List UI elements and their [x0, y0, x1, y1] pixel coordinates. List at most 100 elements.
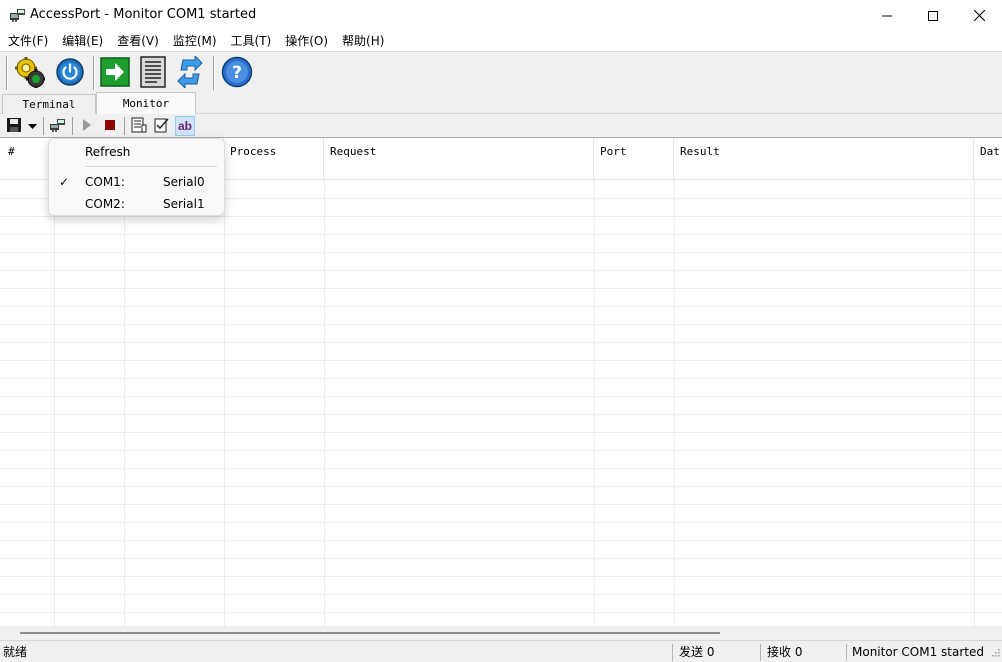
menu-tools[interactable]: 工具(T) [224, 31, 279, 51]
status-separator [846, 644, 847, 661]
grid-row-line [0, 450, 1002, 451]
port-device: Serial0 [163, 175, 205, 189]
resize-grip-icon[interactable] [990, 646, 1000, 660]
column-header-index[interactable]: # [2, 138, 54, 180]
scrollbar-thumb[interactable] [20, 632, 720, 634]
menu-monitor[interactable]: 监控(M) [166, 31, 224, 51]
config-gears-button[interactable] [12, 56, 46, 90]
grid-row-line [0, 612, 1002, 613]
grid-row-line [0, 288, 1002, 289]
arrow-right-icon [100, 56, 130, 90]
grid-row-line [0, 234, 1002, 235]
menu-help[interactable]: 帮助(H) [335, 31, 391, 51]
refresh-button[interactable] [173, 54, 207, 91]
stop-monitor-button[interactable] [100, 116, 120, 136]
column-header-data[interactable]: Dat [974, 138, 1002, 180]
grid-column-line [674, 180, 675, 626]
toolbar-separator [124, 117, 125, 135]
play-icon [82, 118, 92, 134]
grid-row-line [0, 486, 1002, 487]
save-button[interactable] [4, 116, 24, 136]
horizontal-scrollbar[interactable] [0, 626, 1002, 640]
main-toolbar: ? [0, 51, 1002, 92]
menu-file[interactable]: 文件(F) [0, 31, 55, 51]
grid-row-line [0, 252, 1002, 253]
config-gears-icon [12, 55, 46, 92]
column-header-port[interactable]: Port [594, 138, 674, 180]
status-monitor-state: Monitor COM1 started [852, 645, 984, 659]
grid-row-line [0, 414, 1002, 415]
refresh-arrows-icon [175, 54, 205, 91]
grid-row-line [0, 360, 1002, 361]
save-dropdown-button[interactable] [24, 116, 40, 136]
log-document-button[interactable] [136, 55, 170, 90]
connect-button[interactable] [98, 56, 132, 90]
port-name: COM1: [85, 175, 125, 189]
status-bar: 就绪 发送 0 接收 0 Monitor COM1 started [0, 640, 1002, 662]
start-monitor-button[interactable] [77, 116, 97, 136]
menu-view[interactable]: 查看(V) [110, 31, 166, 51]
port-device: Serial1 [163, 197, 205, 211]
grid-row-line [0, 558, 1002, 559]
column-header-request[interactable]: Request [324, 138, 594, 180]
grid-row-line [0, 378, 1002, 379]
edit-note-button[interactable] [152, 116, 172, 136]
grid-row-line [0, 468, 1002, 469]
select-port-button[interactable] [48, 116, 68, 136]
monitor-toolbar: ab [0, 114, 1002, 138]
port-name: COM2: [85, 197, 125, 211]
status-sent-count: 发送 0 [679, 645, 715, 659]
grid-row-line [0, 342, 1002, 343]
menu-edit[interactable]: 编辑(E) [55, 31, 110, 51]
tab-strip: Terminal Monitor [0, 92, 1002, 115]
grid-row-line [0, 324, 1002, 325]
svg-text:?: ? [232, 63, 242, 83]
maximize-button[interactable] [910, 0, 956, 31]
column-header-process[interactable]: Process [224, 138, 324, 180]
app-serial-port-icon [9, 7, 27, 23]
menu-separator [85, 166, 217, 167]
text-format-toggle[interactable]: ab [175, 116, 195, 136]
grid-row-line [0, 540, 1002, 541]
checklist-edit-icon [154, 117, 170, 136]
help-button[interactable]: ? [220, 56, 254, 90]
checkmark-icon: ✓ [59, 175, 70, 189]
grid-column-line [224, 180, 225, 626]
stop-icon [105, 119, 115, 133]
floppy-disk-icon [6, 117, 22, 136]
grid-row-line [0, 576, 1002, 577]
power-icon [55, 57, 85, 90]
port-dropdown-menu: Refresh ✓ COM1: Serial0 COM2: Serial1 [48, 138, 225, 216]
toolbar-separator [43, 117, 44, 135]
grid-row-line [0, 432, 1002, 433]
properties-button[interactable] [129, 116, 149, 136]
toolbar-separator [93, 56, 95, 90]
grid-row-line [0, 522, 1002, 523]
menu-item-com1[interactable]: ✓ COM1: Serial0 [49, 171, 224, 193]
grid-row-line [0, 504, 1002, 505]
help-icon: ? [221, 56, 253, 91]
grid-column-line [124, 180, 125, 626]
status-ready: 就绪 [3, 645, 28, 659]
tab-terminal[interactable]: Terminal [2, 94, 96, 114]
properties-list-icon [131, 117, 147, 136]
grid-column-line [54, 180, 55, 626]
menu-operate[interactable]: 操作(O) [278, 31, 335, 51]
close-button[interactable] [956, 0, 1002, 31]
grid-row-line [0, 216, 1002, 217]
toolbar-separator [213, 56, 215, 90]
column-header-result[interactable]: Result [674, 138, 974, 180]
grid-row-line [0, 270, 1002, 271]
refresh-label: Refresh [85, 145, 131, 159]
ab-text-icon: ab [177, 119, 192, 133]
grid-row-line [0, 396, 1002, 397]
serial-port-icon [49, 117, 67, 136]
toolbar-separator [6, 56, 8, 90]
tab-monitor[interactable]: Monitor [96, 92, 196, 115]
minimize-button[interactable] [864, 0, 910, 31]
power-button[interactable] [53, 56, 87, 90]
menu-item-com2[interactable]: COM2: Serial1 [49, 193, 224, 215]
status-separator [760, 644, 761, 661]
menu-bar: 文件(F) 编辑(E) 查看(V) 监控(M) 工具(T) 操作(O) 帮助(H… [0, 31, 1002, 51]
menu-item-refresh[interactable]: Refresh [49, 141, 224, 163]
